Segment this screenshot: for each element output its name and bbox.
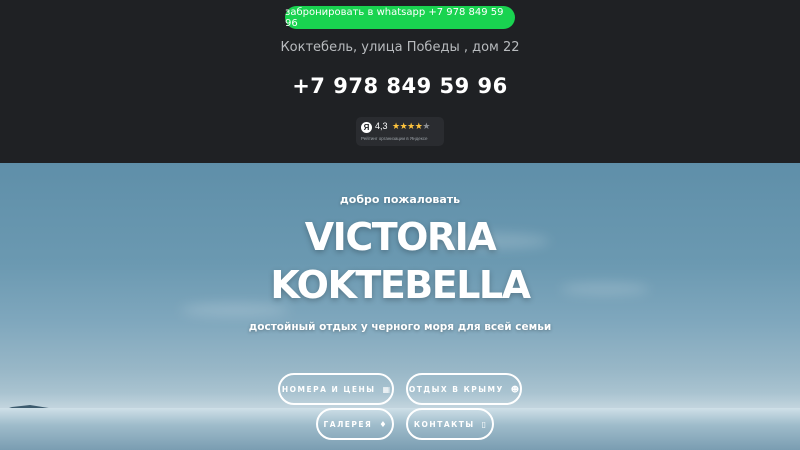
hero-title-line2: KOKTEBELLA <box>270 263 531 307</box>
yandex-rating-widget[interactable]: Я 4,3 ★★★★★ Рейтинг организации в Яндекс… <box>356 117 444 146</box>
rest-in-crimea-button[interactable]: отдых в крыму ☻ <box>406 373 522 405</box>
contacts-button[interactable]: контакты ▯ <box>406 408 494 440</box>
half-star-icon: ★ <box>422 121 430 131</box>
header-bar: забронировать в whatsapp +7 978 849 59 9… <box>0 0 800 163</box>
address: Коктебель, улица Победы , дом 22 <box>280 40 520 55</box>
person-icon: ☻ <box>510 384 520 394</box>
rating-stars: ★★★★★ <box>392 121 430 132</box>
rooms-prices-button[interactable]: номера и цены ▦ <box>278 373 394 405</box>
star-icon: ★ <box>407 121 415 131</box>
star-icon: ★ <box>392 121 400 131</box>
sea <box>0 408 800 450</box>
calendar-icon: ▦ <box>382 384 391 394</box>
whatsapp-booking-button[interactable]: забронировать в whatsapp +7 978 849 59 9… <box>285 6 515 29</box>
hero-section: добро пожаловать VICTORIA KOKTEBELLA дос… <box>0 163 800 450</box>
phone-icon: ▯ <box>481 419 487 429</box>
rooms-prices-label: номера и цены <box>281 384 376 394</box>
hero-subtitle: достойный отдых у черного моря для всей … <box>248 321 552 333</box>
gallery-label: галерея <box>323 419 373 429</box>
gallery-button[interactable]: галерея ♦ <box>316 408 394 440</box>
hero-title-line1: VICTORIA <box>304 215 497 259</box>
contacts-label: контакты <box>413 419 475 429</box>
welcome-text: добро пожаловать <box>339 193 461 206</box>
yandex-logo-icon: Я <box>361 122 372 133</box>
rest-in-crimea-label: отдых в крыму <box>408 384 504 394</box>
phone-number[interactable]: +7 978 849 59 96 <box>0 74 800 98</box>
drop-icon: ♦ <box>379 419 387 429</box>
rating-value: 4,3 <box>375 121 388 131</box>
rating-caption: Рейтинг организации в Яндексе <box>361 136 428 141</box>
